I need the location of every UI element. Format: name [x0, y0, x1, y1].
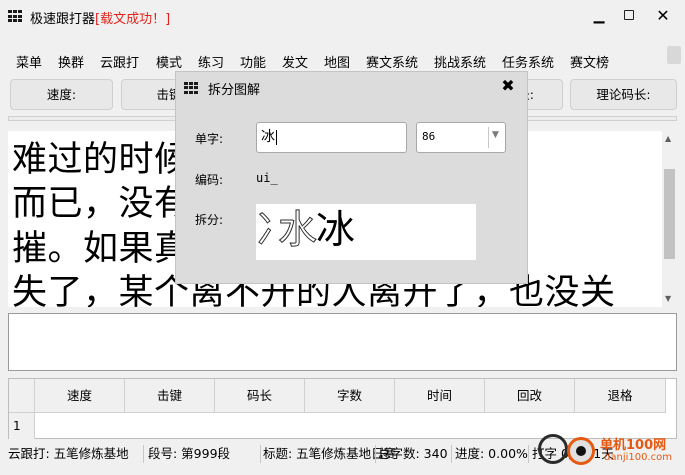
maximize-button[interactable]: [616, 4, 642, 28]
decomp-part-water: 水: [277, 208, 318, 254]
code-value: ui_: [256, 171, 278, 185]
char-input[interactable]: 冰: [256, 122, 407, 153]
col-time[interactable]: 时间: [395, 379, 485, 413]
menu-item-cloud[interactable]: 云跟打: [100, 52, 139, 71]
load-status: [载文成功！]: [95, 12, 171, 27]
char-label: 单字:: [195, 132, 224, 146]
speed-button[interactable]: 速度:: [10, 79, 113, 110]
menu-item-send[interactable]: 发文: [282, 52, 308, 71]
window-title: 极速跟打器[载文成功！]: [30, 8, 170, 27]
theory-codelen-button[interactable]: 理论码长:: [570, 79, 677, 110]
app-name: 极速跟打器: [30, 12, 96, 27]
stats-table: 速度 击键 码长 字数 时间 回改 退格 1: [8, 378, 677, 439]
menu-item-rank[interactable]: 赛文榜: [570, 52, 609, 71]
menu-item-task[interactable]: 任务系统: [502, 52, 554, 71]
status-divider: [143, 445, 144, 463]
scroll-thumb[interactable]: [664, 169, 675, 259]
decomposition-image: 冫 水 冰: [255, 204, 476, 260]
scroll-up-icon[interactable]: ▲: [665, 134, 671, 143]
char-input-value: 冰: [261, 129, 275, 145]
table-corner: [9, 379, 35, 413]
dialog-title-bar[interactable]: 拆分图解 ✖: [176, 72, 527, 102]
watermark-domain: danji100.com: [604, 452, 672, 463]
menu-item-function[interactable]: 功能: [240, 52, 266, 71]
font-size-value: 86: [422, 130, 436, 143]
menu-item-main[interactable]: 菜单: [16, 52, 42, 71]
col-correction[interactable]: 回改: [485, 379, 575, 413]
minimize-button[interactable]: ▁: [586, 4, 612, 28]
row-number: 1: [9, 413, 35, 439]
status-title: 标题: 五笔修炼基地日赛: [263, 446, 397, 461]
status-divider: [451, 445, 452, 463]
typing-input[interactable]: [8, 313, 677, 371]
dialog-title: 拆分图解: [208, 83, 261, 98]
menu-bar: 菜单 换群 云跟打 模式 练习 功能 发文 地图 赛文系统 挑战系统 任务系统 …: [0, 48, 685, 74]
menu-item-race[interactable]: 赛文系统: [366, 52, 418, 71]
menu-item-practice[interactable]: 练习: [198, 52, 224, 71]
font-size-select[interactable]: 86 ▼: [416, 122, 506, 153]
col-speed[interactable]: 速度: [35, 379, 125, 413]
status-group: 云跟打: 五笔修炼基地: [8, 446, 129, 461]
col-keystroke[interactable]: 击键: [125, 379, 215, 413]
menu-scroll-button[interactable]: [667, 46, 681, 64]
app-grid-icon: [8, 10, 23, 23]
watermark-dot-icon: [567, 437, 595, 465]
col-backspace[interactable]: 退格: [575, 379, 666, 413]
close-button[interactable]: ✕: [650, 4, 676, 28]
maximize-icon: [624, 10, 634, 20]
article-scrollbar[interactable]: ▲ ▼: [662, 131, 677, 307]
decomp-whole-char: 冰: [316, 208, 356, 253]
watermark-ring-icon: [538, 434, 568, 464]
code-label: 编码:: [195, 173, 224, 187]
col-chars[interactable]: 字数: [305, 379, 395, 413]
decomposition-dialog: 拆分图解 ✖ 单字: 冰 86 ▼ 编码: ui_ 拆分: 冫 水 冰: [176, 72, 527, 283]
menu-item-switch-group[interactable]: 换群: [58, 52, 84, 71]
status-divider: [260, 445, 261, 463]
decomp-label: 拆分:: [195, 213, 224, 227]
title-bar: 极速跟打器[载文成功！] ▁ ✕: [0, 0, 685, 34]
status-divider: [528, 445, 529, 463]
status-progress: 进度: 0.00%: [455, 446, 528, 461]
status-para: 段号: 第999段: [148, 446, 231, 461]
status-divider: [375, 445, 376, 463]
menu-item-map[interactable]: 地图: [324, 52, 350, 71]
dialog-close-button[interactable]: ✖: [498, 75, 518, 97]
col-codelen[interactable]: 码长: [215, 379, 305, 413]
chevron-down-icon[interactable]: ▼: [492, 130, 499, 140]
menu-item-challenge[interactable]: 挑战系统: [434, 52, 486, 71]
menu-item-mode[interactable]: 模式: [156, 52, 182, 71]
dialog-grid-icon: [184, 82, 199, 94]
scroll-down-icon[interactable]: ▼: [665, 294, 671, 303]
watermark-site: 单机100网: [600, 438, 667, 453]
status-total: 总字数: 340: [378, 446, 448, 461]
